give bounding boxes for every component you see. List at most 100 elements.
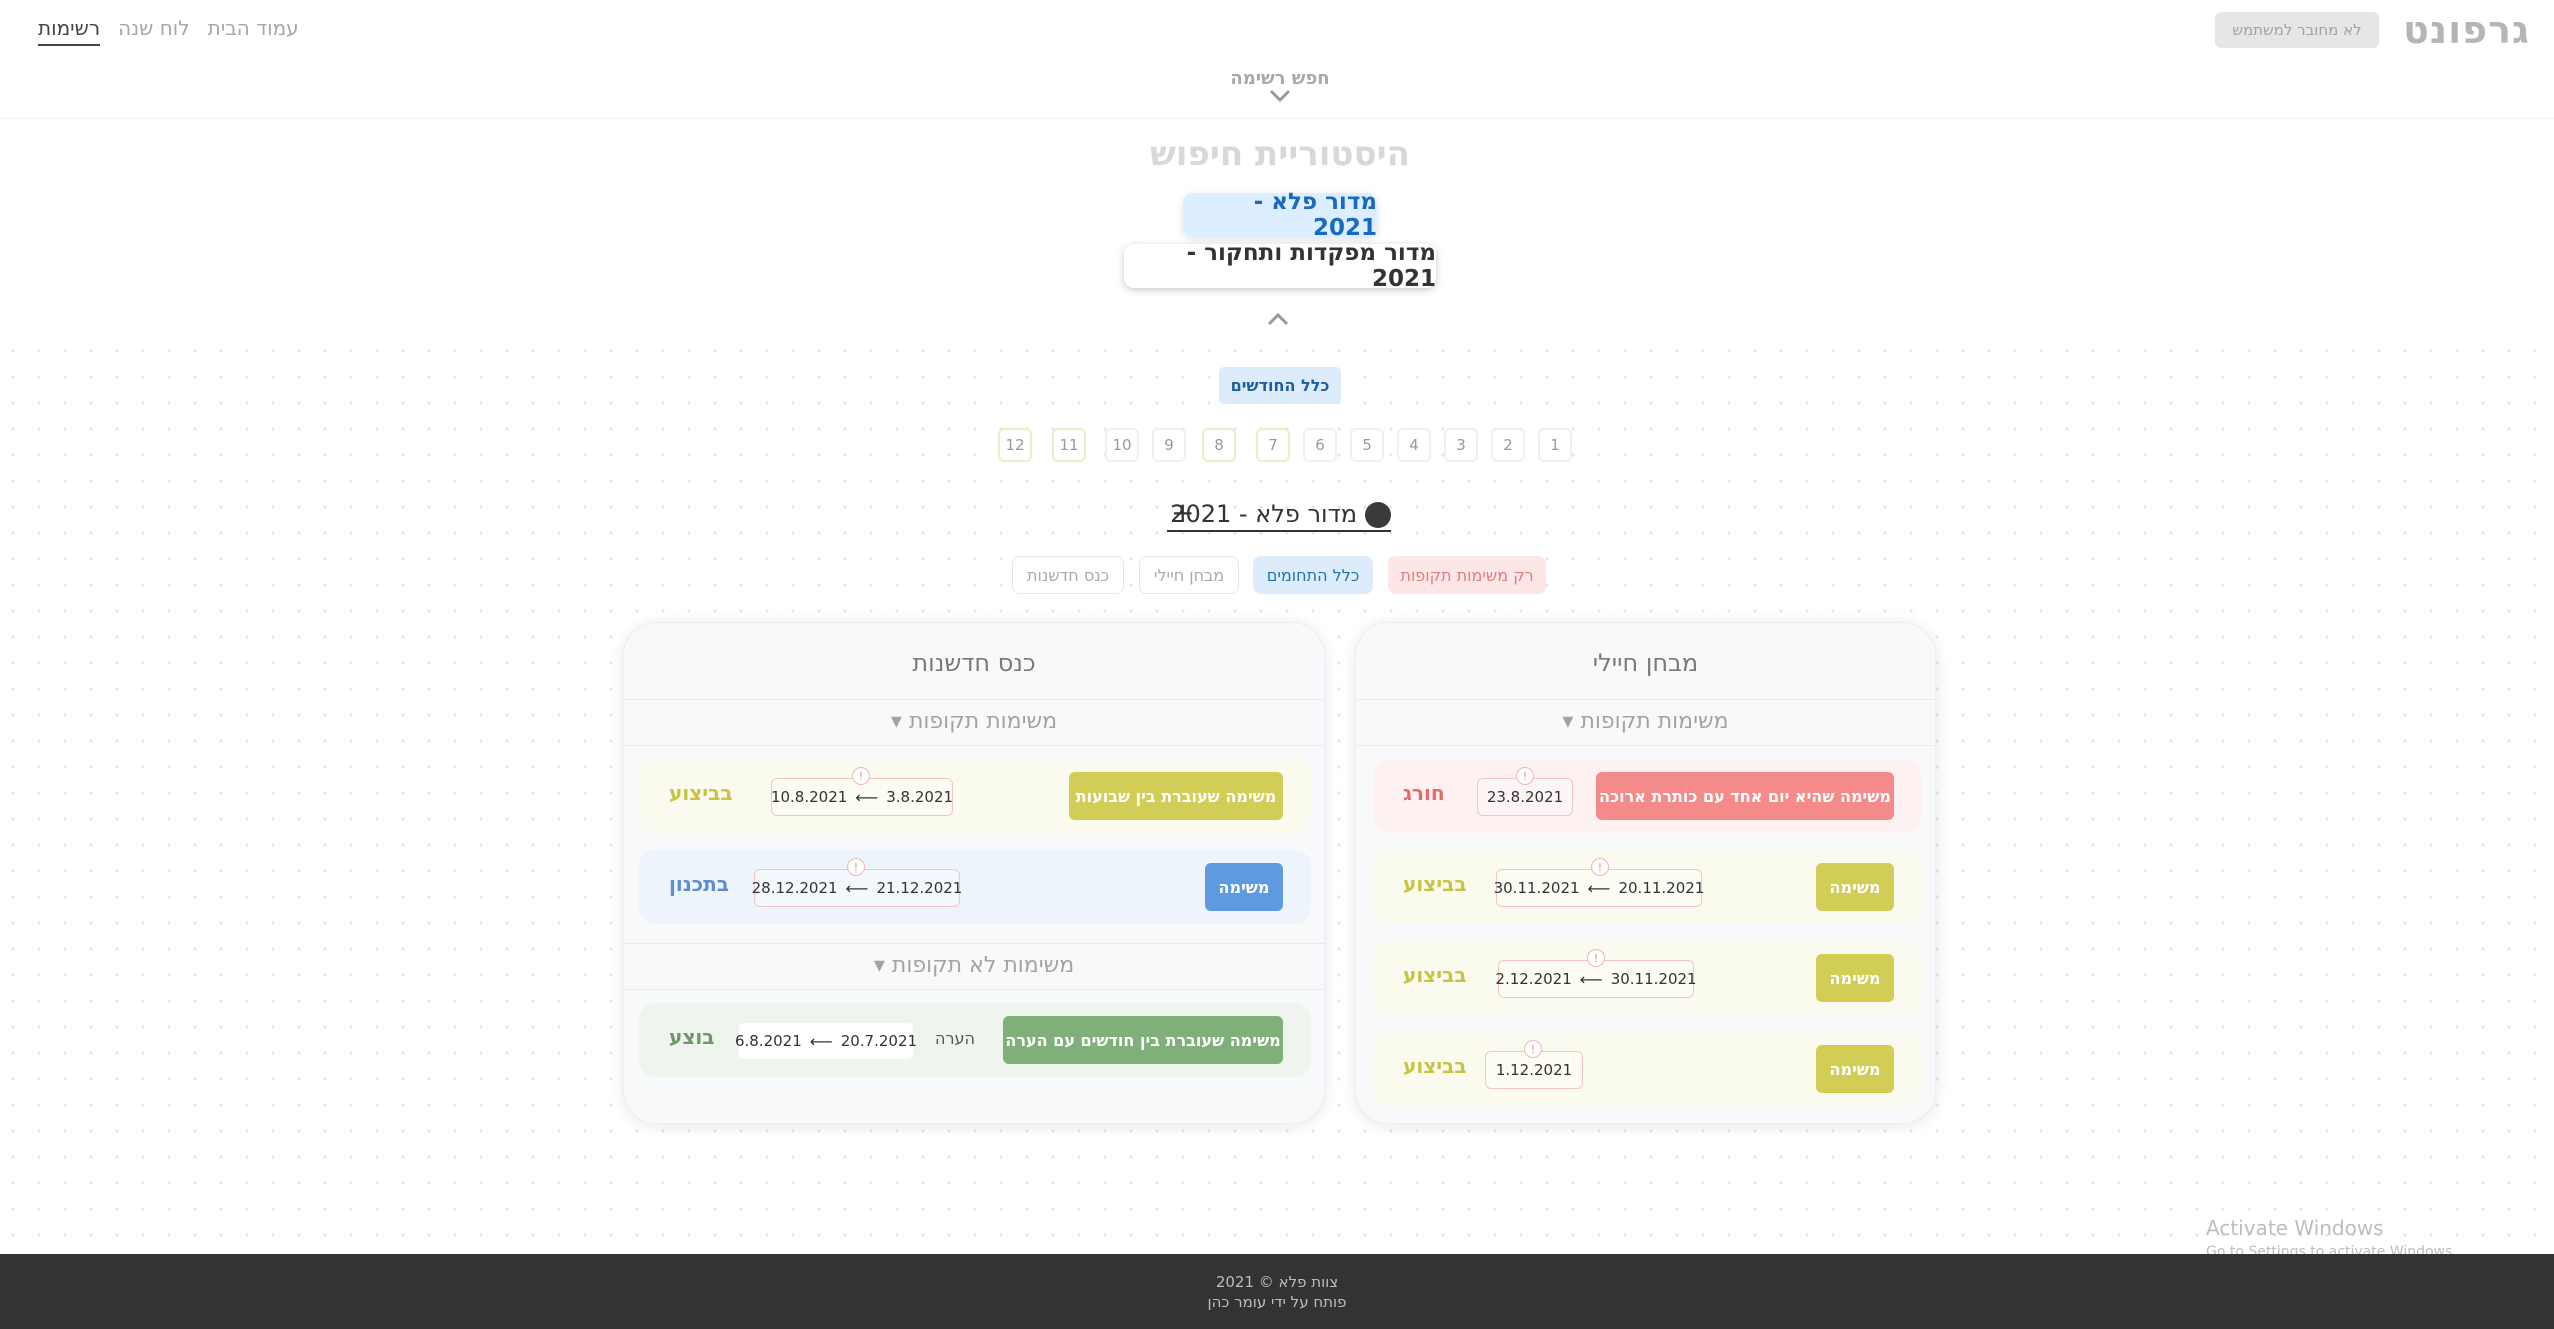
filter-urgent-only[interactable]: רק משימות תקופות bbox=[1388, 556, 1546, 594]
info-icon[interactable]: ! bbox=[1587, 949, 1605, 967]
card-title: מבחן חיילי bbox=[1592, 649, 1699, 677]
card-title: כנס חדשנות bbox=[912, 649, 1036, 677]
task-name-button[interactable]: משימה שעוברת בין חודשים עם הערה bbox=[1003, 1016, 1283, 1064]
task-name-button[interactable]: משימה שעוברת בין שבועות bbox=[1069, 772, 1283, 820]
section-title: משימות לא תקופות bbox=[891, 953, 1075, 978]
section-toggle[interactable]: משימות תקופות ▾ bbox=[624, 709, 1324, 734]
task-status: בוצע bbox=[669, 1025, 715, 1049]
task-dates: ! 20.11.2021 ⟵ 30.11.2021 bbox=[1493, 858, 1704, 907]
task-row[interactable]: משימה ! 21.12.2021 ⟵ 28.12.2021 בתכנון bbox=[639, 850, 1311, 924]
task-start-date: 23.8.2021 bbox=[1486, 788, 1564, 806]
search-list-toggle[interactable]: חפש רשימה bbox=[1177, 68, 1383, 103]
filter-knes[interactable]: כנס חדשנות bbox=[1012, 556, 1124, 594]
task-row[interactable]: משימה ! 20.11.2021 ⟵ 30.11.2021 בביצוע bbox=[1373, 850, 1921, 924]
task-dates: 20.7.2021 ⟵ 6.8.2021 bbox=[734, 1022, 917, 1060]
plus-icon[interactable]: + bbox=[1171, 496, 1194, 529]
task-status: בביצוע bbox=[1403, 1054, 1467, 1078]
task-start-date: 21.12.2021 bbox=[876, 879, 963, 897]
task-status: בביצוע bbox=[669, 781, 733, 805]
divider bbox=[1356, 745, 1935, 746]
month-button[interactable]: 3 bbox=[1444, 428, 1478, 462]
task-dates: ! 23.8.2021 bbox=[1477, 767, 1573, 816]
task-row[interactable]: משימה שעוברת בין שבועות ! 3.8.2021 ⟵ 10.… bbox=[639, 759, 1311, 833]
chevron-up-icon[interactable] bbox=[1267, 312, 1289, 326]
arrow-left-icon: ⟵ bbox=[1579, 969, 1603, 989]
section-toggle[interactable]: משימות תקופות ▾ bbox=[1356, 709, 1935, 734]
login-status-button[interactable]: לא מחובר למשתמש bbox=[2215, 12, 2379, 48]
task-dates: ! 21.12.2021 ⟵ 28.12.2021 bbox=[752, 858, 963, 907]
triangle-down-icon: ▾ bbox=[890, 709, 902, 734]
task-name-button[interactable]: משימה bbox=[1816, 1045, 1894, 1093]
task-name-button[interactable]: משימה bbox=[1205, 863, 1283, 911]
task-note-label: הערה bbox=[935, 1029, 975, 1048]
all-months-button[interactable]: כלל החודשים bbox=[1219, 367, 1341, 404]
task-start-date: 1.12.2021 bbox=[1495, 1061, 1573, 1079]
info-icon[interactable]: ! bbox=[1591, 858, 1609, 876]
section-toggle[interactable]: משימות לא תקופות ▾ bbox=[624, 953, 1324, 978]
task-start-date: 30.11.2021 bbox=[1610, 970, 1697, 988]
info-icon[interactable]: ! bbox=[1516, 767, 1534, 785]
divider bbox=[624, 989, 1324, 990]
divider bbox=[624, 699, 1324, 700]
month-button[interactable]: 1 bbox=[1538, 428, 1572, 462]
department-color-dot[interactable] bbox=[1365, 502, 1391, 528]
search-history-title: היסטוריית חיפוש bbox=[1150, 134, 1410, 174]
triangle-down-icon: ▾ bbox=[873, 953, 885, 978]
task-name-button[interactable]: משימה שהיא יום אחד עם כותרת ארוכה bbox=[1596, 772, 1894, 820]
nav-home[interactable]: עמוד הבית bbox=[208, 16, 299, 46]
task-end-date: 30.11.2021 bbox=[1493, 879, 1580, 897]
month-button[interactable]: 8 bbox=[1202, 428, 1236, 462]
divider bbox=[624, 943, 1324, 944]
arrow-left-icon: ⟵ bbox=[855, 787, 879, 807]
month-button[interactable]: 7 bbox=[1256, 428, 1290, 462]
task-status: חורג bbox=[1403, 781, 1445, 805]
search-list-label: חפש רשימה bbox=[1230, 68, 1330, 89]
footer-copyright: צוות פלא © 2021 bbox=[1215, 1273, 1339, 1291]
task-name-button[interactable]: משימה bbox=[1816, 863, 1894, 911]
task-row[interactable]: משימה ! 30.11.2021 ⟵ 2.12.2021 בביצוע bbox=[1373, 941, 1921, 1015]
info-icon[interactable]: ! bbox=[852, 767, 870, 785]
chevron-down-icon bbox=[1269, 89, 1291, 103]
triangle-down-icon: ▾ bbox=[1562, 709, 1574, 734]
task-status: בתכנון bbox=[669, 872, 729, 896]
nav-calendar[interactable]: לוח שנה bbox=[118, 16, 189, 46]
task-end-date: 6.8.2021 bbox=[734, 1032, 802, 1050]
history-item-pele[interactable]: מדור פלא - 2021 bbox=[1183, 189, 1377, 241]
filter-all-domains[interactable]: כלל התחומים bbox=[1253, 556, 1373, 594]
top-bar: גרפונט לא מחובר למשתמש רשימות לוח שנה עמ… bbox=[0, 0, 2554, 58]
brand-logo[interactable]: גרפונט bbox=[2403, 8, 2530, 52]
arrow-left-icon: ⟵ bbox=[845, 878, 869, 898]
info-icon[interactable]: ! bbox=[1524, 1040, 1542, 1058]
nav-lists[interactable]: רשימות bbox=[38, 16, 101, 46]
task-row[interactable]: משימה ! 1.12.2021 בביצוע bbox=[1373, 1032, 1921, 1106]
divider bbox=[0, 118, 2554, 119]
task-start-date: 3.8.2021 bbox=[886, 788, 954, 806]
month-button[interactable]: 5 bbox=[1350, 428, 1384, 462]
month-selector: 1 2 3 4 5 6 7 8 9 10 11 12 bbox=[990, 428, 1572, 464]
filter-hayali[interactable]: מבחן חיילי bbox=[1139, 556, 1239, 594]
month-button[interactable]: 12 bbox=[998, 428, 1032, 462]
list-card-knes: כנס חדשנות משימות תקופות ▾ משימה שעוברת … bbox=[623, 622, 1325, 1124]
month-button[interactable]: 11 bbox=[1052, 428, 1086, 462]
footer: צוות פלא © 2021 פותח על ידי עומר כהן bbox=[0, 1254, 2554, 1329]
divider bbox=[624, 745, 1324, 746]
month-button[interactable]: 6 bbox=[1303, 428, 1337, 462]
task-dates: ! 30.11.2021 ⟵ 2.12.2021 bbox=[1495, 949, 1697, 998]
month-button[interactable]: 10 bbox=[1105, 428, 1139, 462]
arrow-left-icon: ⟵ bbox=[1587, 878, 1611, 898]
month-button[interactable]: 2 bbox=[1491, 428, 1525, 462]
task-status: בביצוע bbox=[1403, 963, 1467, 987]
section-title: משימות תקופות bbox=[908, 709, 1058, 734]
task-row[interactable]: משימה שעוברת בין חודשים עם הערה הערה 20.… bbox=[639, 1003, 1311, 1077]
department-heading: מדור פלא - 2021 + bbox=[1167, 496, 1391, 532]
list-card-hayali: מבחן חיילי משימות תקופות ▾ משימה שהיא יו… bbox=[1355, 622, 1936, 1124]
task-dates: ! 3.8.2021 ⟵ 10.8.2021 bbox=[771, 767, 954, 816]
info-icon[interactable]: ! bbox=[847, 858, 865, 876]
footer-credit: פותח על ידי עומר כהן bbox=[1207, 1293, 1347, 1311]
month-button[interactable]: 4 bbox=[1397, 428, 1431, 462]
history-item-mifkadot[interactable]: מדור מפקדות ותחקור - 2021 bbox=[1124, 240, 1436, 292]
task-row[interactable]: משימה שהיא יום אחד עם כותרת ארוכה ! 23.8… bbox=[1373, 759, 1921, 833]
task-name-button[interactable]: משימה bbox=[1816, 954, 1894, 1002]
divider bbox=[1356, 699, 1935, 700]
month-button[interactable]: 9 bbox=[1152, 428, 1186, 462]
